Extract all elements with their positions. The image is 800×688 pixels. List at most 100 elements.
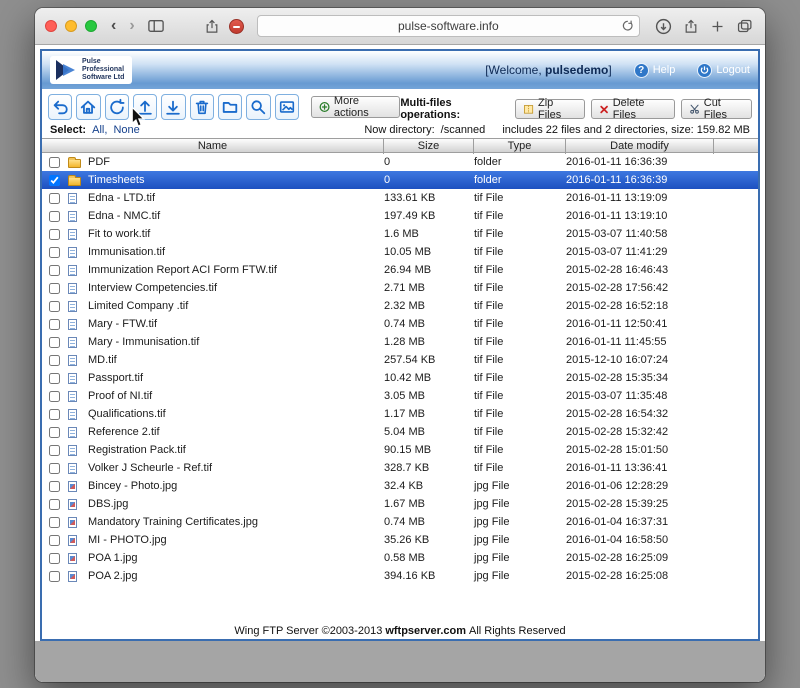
file-type: tif File: [474, 300, 566, 312]
table-row[interactable]: MI - PHOTO.jpg 35.26 KB jpg File 2016-01…: [42, 531, 758, 549]
table-row[interactable]: Limited Company .tif 2.32 MB tif File 20…: [42, 297, 758, 315]
refresh-button[interactable]: [105, 94, 129, 120]
table-row[interactable]: Registration Pack.tif 90.15 MB tif File …: [42, 441, 758, 459]
tif-file-icon: [68, 247, 77, 258]
table-row[interactable]: Passport.tif 10.42 MB tif File 2015-02-2…: [42, 369, 758, 387]
table-row[interactable]: Mary - Immunisation.tif 1.28 MB tif File…: [42, 333, 758, 351]
row-checkbox[interactable]: [49, 265, 60, 276]
tabs-icon[interactable]: [734, 18, 755, 34]
footer-link[interactable]: wftpserver.com: [385, 625, 466, 637]
help-button[interactable]: ? Help: [634, 63, 676, 78]
file-name: Mandatory Training Certificates.jpg: [88, 516, 384, 528]
column-header-type[interactable]: Type: [474, 139, 566, 154]
table-row[interactable]: Immunisation.tif 10.05 MB tif File 2015-…: [42, 243, 758, 261]
table-row[interactable]: Mandatory Training Certificates.jpg 0.74…: [42, 513, 758, 531]
table-row[interactable]: Volker J Scheurle - Ref.tif 328.7 KB tif…: [42, 459, 758, 477]
address-bar[interactable]: pulse-software.info: [257, 15, 640, 37]
row-checkbox[interactable]: [49, 175, 60, 186]
minimize-icon[interactable]: [65, 20, 77, 32]
table-row[interactable]: POA 1.jpg 0.58 MB jpg File 2015-02-28 16…: [42, 549, 758, 567]
upload-button[interactable]: [133, 94, 157, 120]
more-actions-button[interactable]: More actions: [311, 96, 400, 118]
select-bar: Select: All, None Now directory:/scanned…: [42, 123, 758, 138]
download-button[interactable]: [161, 94, 185, 120]
footer-prefix: Wing FTP Server ©2003-2013: [234, 625, 382, 637]
file-date: 2015-12-10 16:07:24: [566, 354, 714, 366]
table-row[interactable]: Timesheets 0 folder 2016-01-11 16:36:39: [42, 171, 758, 189]
zip-files-button[interactable]: Zip Files: [515, 99, 585, 119]
table-row[interactable]: MD.tif 257.54 KB tif File 2015-12-10 16:…: [42, 351, 758, 369]
file-size: 1.28 MB: [384, 336, 474, 348]
search-button[interactable]: [246, 94, 270, 120]
jpg-file-icon: [68, 517, 77, 528]
row-checkbox[interactable]: [49, 481, 60, 492]
new-folder-button[interactable]: [218, 94, 242, 120]
close-icon[interactable]: [45, 20, 57, 32]
logout-button[interactable]: Logout: [697, 63, 750, 78]
preview-button[interactable]: [275, 94, 299, 120]
row-checkbox[interactable]: [49, 157, 60, 168]
table-row[interactable]: Reference 2.tif 5.04 MB tif File 2015-02…: [42, 423, 758, 441]
row-checkbox[interactable]: [49, 373, 60, 384]
extension-badge-icon[interactable]: [229, 19, 244, 34]
row-checkbox[interactable]: [49, 283, 60, 294]
row-checkbox[interactable]: [49, 247, 60, 258]
table-row[interactable]: DBS.jpg 1.67 MB jpg File 2015-02-28 15:3…: [42, 495, 758, 513]
cut-files-button[interactable]: Cut Files: [681, 99, 752, 119]
table-row[interactable]: Proof of NI.tif 3.05 MB tif File 2015-03…: [42, 387, 758, 405]
folder-icon: [68, 177, 81, 186]
row-checkbox[interactable]: [49, 319, 60, 330]
row-checkbox[interactable]: [49, 211, 60, 222]
downloads-icon[interactable]: [653, 18, 674, 35]
column-header-name[interactable]: Name: [42, 139, 384, 154]
jpg-file-icon: [68, 553, 77, 564]
row-checkbox[interactable]: [49, 553, 60, 564]
table-row[interactable]: POA 2.jpg 394.16 KB jpg File 2015-02-28 …: [42, 567, 758, 585]
table-row[interactable]: Fit to work.tif 1.6 MB tif File 2015-03-…: [42, 225, 758, 243]
tif-file-icon: [68, 211, 77, 222]
row-checkbox[interactable]: [49, 337, 60, 348]
new-tab-icon[interactable]: [708, 19, 727, 34]
row-checkbox[interactable]: [49, 499, 60, 510]
column-header-size[interactable]: Size: [384, 139, 474, 154]
row-checkbox[interactable]: [49, 445, 60, 456]
file-date: 2016-01-11 13:19:09: [566, 192, 714, 204]
back-button[interactable]: [48, 94, 72, 120]
row-checkbox[interactable]: [49, 409, 60, 420]
file-type: tif File: [474, 210, 566, 222]
sidebar-icon[interactable]: [145, 18, 167, 34]
row-checkbox[interactable]: [49, 427, 60, 438]
file-date: 2016-01-11 11:45:55: [566, 336, 714, 348]
share-page-icon[interactable]: [681, 18, 701, 35]
delete-button[interactable]: [190, 94, 214, 120]
row-checkbox[interactable]: [49, 193, 60, 204]
table-row[interactable]: Qualifications.tif 1.17 MB tif File 2015…: [42, 405, 758, 423]
table-row[interactable]: Edna - LTD.tif 133.61 KB tif File 2016-0…: [42, 189, 758, 207]
column-header-date[interactable]: Date modify: [566, 139, 714, 154]
table-row[interactable]: Mary - FTW.tif 0.74 MB tif File 2016-01-…: [42, 315, 758, 333]
home-button[interactable]: [76, 94, 100, 120]
row-checkbox[interactable]: [49, 571, 60, 582]
table-row[interactable]: Edna - NMC.tif 197.49 KB tif File 2016-0…: [42, 207, 758, 225]
row-checkbox[interactable]: [49, 301, 60, 312]
select-none-link[interactable]: None: [113, 124, 139, 136]
table-row[interactable]: Immunization Report ACI Form FTW.tif 26.…: [42, 261, 758, 279]
table-row[interactable]: PDF 0 folder 2016-01-11 16:36:39: [42, 153, 758, 171]
select-all-link[interactable]: All,: [92, 124, 107, 136]
forward-chevron-icon[interactable]: ›: [126, 18, 137, 34]
row-checkbox[interactable]: [49, 517, 60, 528]
row-checkbox[interactable]: [49, 391, 60, 402]
table-row[interactable]: Interview Competencies.tif 2.71 MB tif F…: [42, 279, 758, 297]
share-icon[interactable]: [202, 18, 222, 35]
zoom-icon[interactable]: [85, 20, 97, 32]
row-checkbox[interactable]: [49, 535, 60, 546]
delete-files-button[interactable]: Delete Files: [591, 99, 675, 119]
reload-icon[interactable]: [621, 19, 634, 35]
file-date: 2016-01-04 16:37:31: [566, 516, 714, 528]
table-row[interactable]: Bincey - Photo.jpg 32.4 KB jpg File 2016…: [42, 477, 758, 495]
file-size: 2.32 MB: [384, 300, 474, 312]
row-checkbox[interactable]: [49, 229, 60, 240]
row-checkbox[interactable]: [49, 355, 60, 366]
row-checkbox[interactable]: [49, 463, 60, 474]
back-chevron-icon[interactable]: ‹: [108, 18, 119, 34]
